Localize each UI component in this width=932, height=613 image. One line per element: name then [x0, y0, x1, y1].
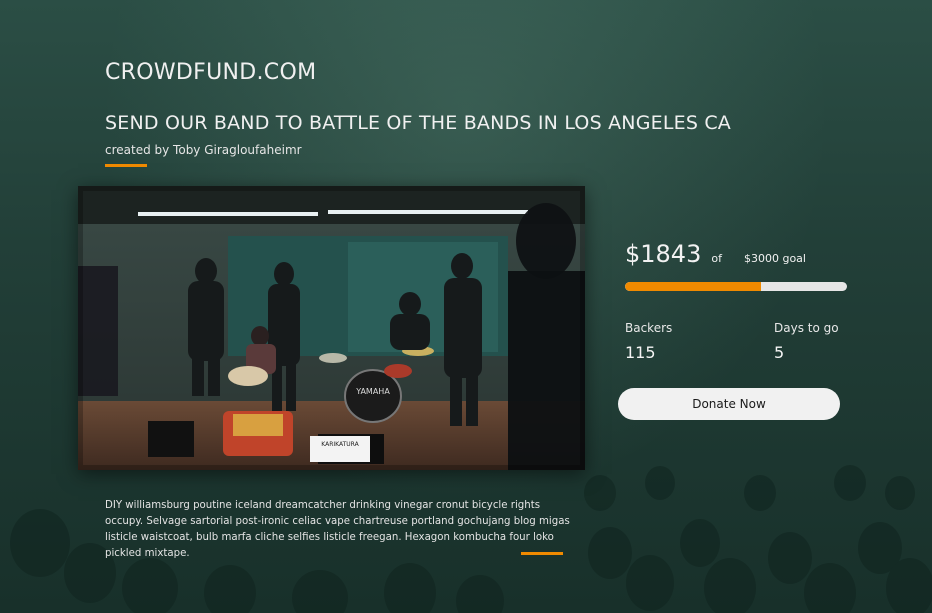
days-remaining: 5 — [774, 343, 785, 362]
raised-row: $1843 of $3000 goal — [625, 240, 855, 268]
funding-progress-bar — [625, 282, 847, 291]
campaign-title: SEND OUR BAND TO BATTLE OF THE BANDS IN … — [105, 112, 731, 134]
creator-byline[interactable]: created by Toby Giragloufaheimr — [105, 143, 302, 157]
days-metric: Days to go 5 — [774, 321, 839, 362]
title-accent-divider — [105, 164, 147, 167]
campaign-description: DIY williamsburg poutine iceland dreamca… — [105, 500, 570, 559]
description-accent-divider — [521, 552, 563, 555]
days-label: Days to go — [774, 321, 839, 335]
drum-brand-text: YAMAHA — [355, 387, 390, 396]
backers-metric: Backers 115 — [625, 321, 672, 362]
brand-logo-text[interactable]: CROWDFUND.COM — [105, 60, 316, 85]
donate-now-button[interactable]: Donate Now — [618, 388, 840, 420]
funding-progress-fill — [625, 282, 762, 291]
of-label: of — [711, 252, 722, 265]
photo-sign-text: KARIKATURA — [321, 441, 359, 448]
campaign-page: CROWDFUND.COM SEND OUR BAND TO BATTLE OF… — [0, 0, 932, 613]
backers-count: 115 — [625, 343, 656, 362]
backers-label: Backers — [625, 321, 673, 335]
funding-goal: $3000 goal — [743, 252, 806, 265]
amount-raised: $1843 — [625, 240, 702, 268]
campaign-photo: YAMAHA KARIKATURA — [78, 186, 585, 470]
funding-stats: $1843 of $3000 goal Backers 115 Days to … — [625, 240, 855, 362]
